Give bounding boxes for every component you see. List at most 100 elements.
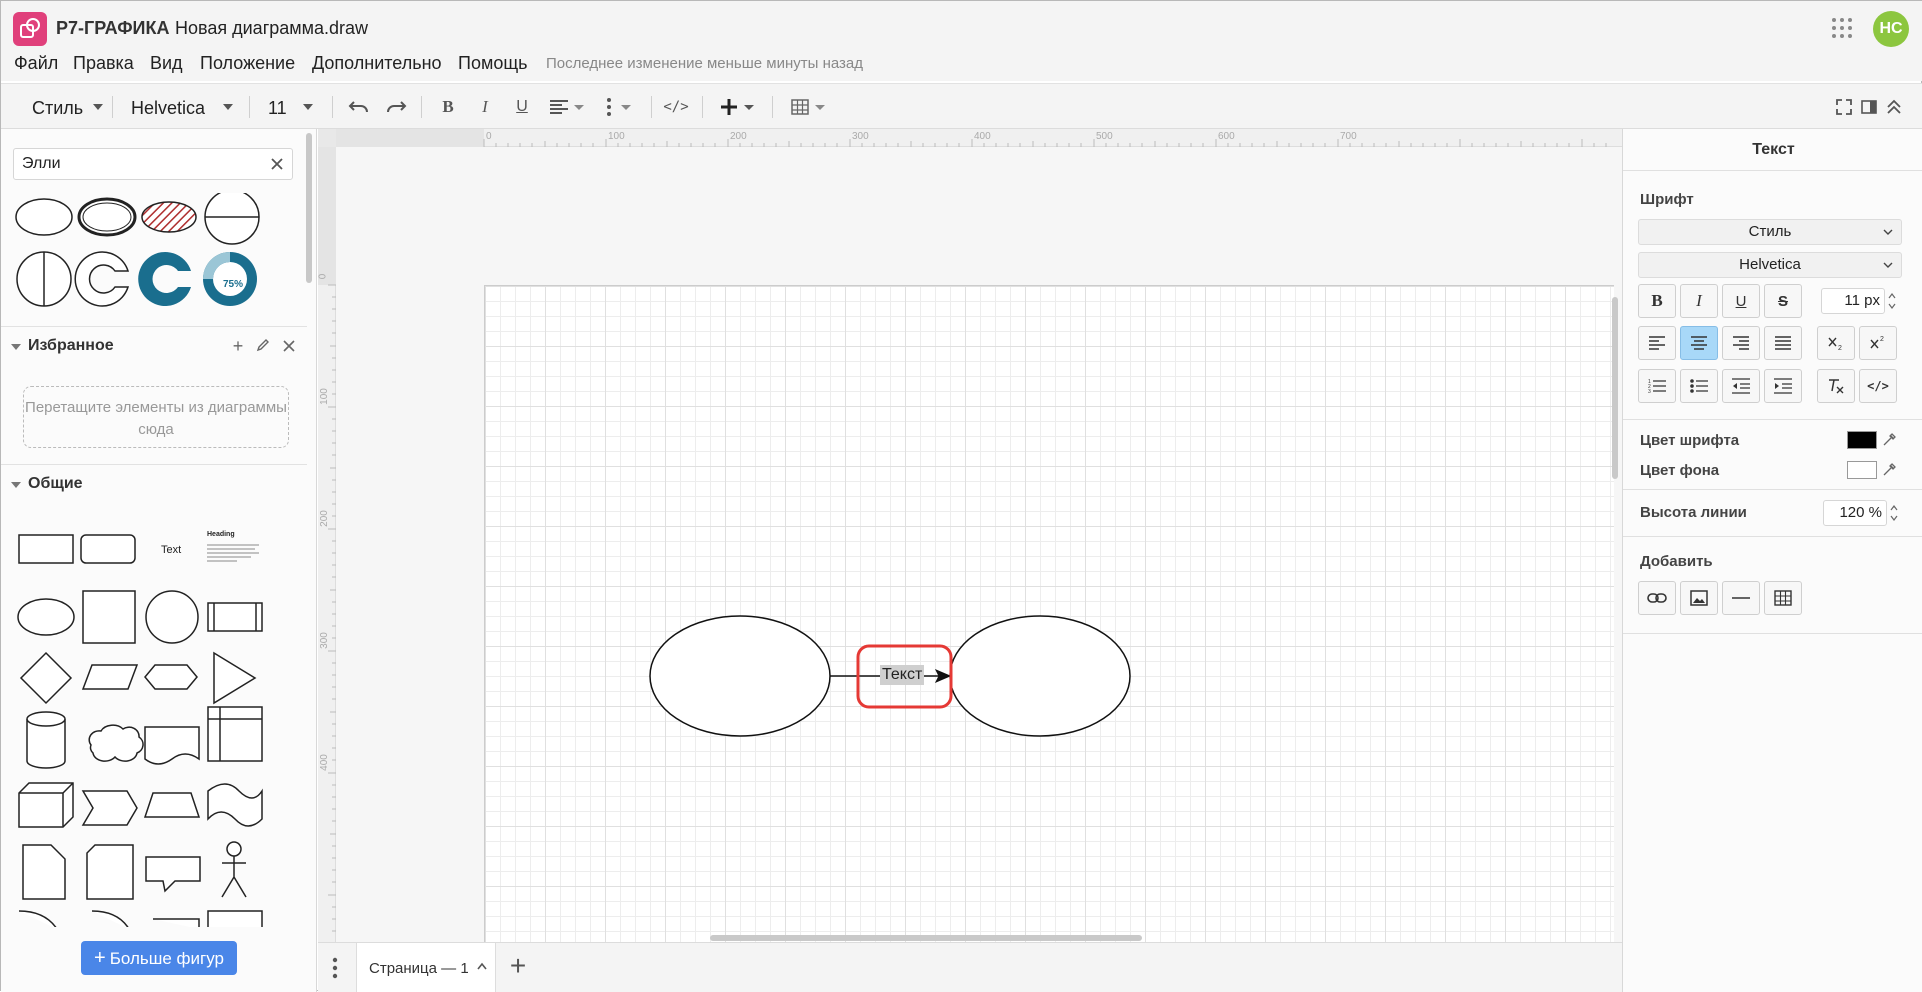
canvas-horizontal-scrollbar[interactable] bbox=[710, 935, 1142, 941]
superscript-button[interactable]: 2 bbox=[1859, 326, 1897, 360]
justify-button[interactable] bbox=[1764, 326, 1802, 360]
blue-partial-ring-shape[interactable] bbox=[138, 252, 191, 306]
add-favorite-icon[interactable]: + bbox=[228, 336, 248, 356]
fullscreen-button[interactable] bbox=[1834, 94, 1854, 120]
font-family-select[interactable]: Helvetica bbox=[1638, 252, 1902, 278]
clear-search-icon[interactable] bbox=[268, 155, 286, 173]
color-picker-icon[interactable] bbox=[1881, 462, 1897, 478]
hexagon-shape[interactable] bbox=[144, 664, 198, 690]
pages-menu-icon[interactable] bbox=[330, 957, 340, 979]
close-favorites-icon[interactable] bbox=[279, 336, 299, 356]
card-shape[interactable] bbox=[86, 844, 134, 900]
italic-format-button[interactable]: I bbox=[1680, 284, 1718, 318]
strikethrough-format-button[interactable]: S bbox=[1764, 284, 1802, 318]
favorites-header[interactable]: Избранное + bbox=[1, 326, 307, 366]
favorites-dropzone[interactable]: Перетащите элементы из диаграммы сюда bbox=[23, 386, 289, 448]
ellipse-shape[interactable] bbox=[15, 198, 73, 236]
trapezoid-shape[interactable] bbox=[143, 792, 201, 818]
general-header[interactable]: Общие bbox=[1, 464, 307, 504]
color-picker-icon[interactable] bbox=[1881, 432, 1897, 448]
heading-shape[interactable]: Heading bbox=[207, 531, 235, 538]
align-left-button[interactable] bbox=[1638, 326, 1676, 360]
rectangle-shape[interactable] bbox=[18, 534, 74, 564]
edit-favorites-icon[interactable] bbox=[253, 336, 273, 356]
table-dropdown[interactable] bbox=[787, 94, 829, 120]
internal-storage-shape[interactable] bbox=[207, 706, 263, 762]
diamond-shape[interactable] bbox=[19, 651, 73, 705]
note-shape[interactable] bbox=[22, 844, 66, 900]
insert-image-button[interactable] bbox=[1680, 581, 1718, 615]
indent-button[interactable] bbox=[1764, 369, 1802, 403]
font-color-swatch[interactable] bbox=[1847, 431, 1877, 449]
diagram-canvas[interactable]: 0 100 200 300 400 500 600 700 0 100 200 … bbox=[318, 129, 1622, 942]
parallelogram-shape[interactable] bbox=[81, 664, 139, 690]
align-center-button[interactable] bbox=[1680, 326, 1718, 360]
insert-dropdown[interactable] bbox=[716, 94, 758, 120]
background-color-swatch[interactable] bbox=[1847, 461, 1877, 479]
canvas-vertical-scrollbar[interactable] bbox=[1612, 297, 1618, 479]
line-height-input[interactable]: 120 % bbox=[1823, 500, 1887, 526]
tape-shape[interactable] bbox=[207, 783, 263, 827]
underline-format-button[interactable]: U bbox=[1722, 284, 1760, 318]
menu-view[interactable]: Вид bbox=[150, 53, 183, 74]
outdent-button[interactable] bbox=[1722, 369, 1760, 403]
font-size-input[interactable]: 11 px bbox=[1821, 288, 1885, 314]
html-format-button[interactable]: </> bbox=[1859, 369, 1897, 403]
format-panel-toggle[interactable] bbox=[1859, 94, 1879, 120]
partial-ring-shape[interactable] bbox=[74, 251, 130, 307]
apps-grid-icon[interactable] bbox=[1831, 17, 1853, 39]
horizontal-split-circle-shape[interactable] bbox=[204, 193, 260, 245]
more-format-dropdown[interactable] bbox=[601, 94, 637, 120]
hatched-ellipse-shape[interactable] bbox=[141, 201, 197, 233]
sidebar-scrollbar[interactable] bbox=[306, 133, 312, 283]
ellipse-shape[interactable] bbox=[17, 598, 75, 636]
menu-file[interactable]: Файл bbox=[14, 53, 58, 74]
underline-button[interactable]: U bbox=[511, 94, 533, 120]
chevron-up-icon[interactable] bbox=[477, 962, 487, 970]
clear-formatting-button[interactable] bbox=[1817, 369, 1855, 403]
bold-button[interactable]: B bbox=[437, 94, 459, 120]
redo-button[interactable] bbox=[383, 94, 409, 120]
insert-table-button[interactable] bbox=[1764, 581, 1802, 615]
page-tab[interactable]: Страница — 1 bbox=[356, 943, 496, 992]
rounded-rectangle-shape[interactable] bbox=[80, 534, 136, 564]
double-ellipse-shape[interactable] bbox=[77, 197, 137, 237]
stepper-arrows-icon[interactable] bbox=[1889, 502, 1899, 524]
bullet-list-button[interactable] bbox=[1680, 369, 1718, 403]
left-ellipse-node[interactable] bbox=[649, 615, 831, 737]
shape-search[interactable] bbox=[13, 148, 293, 180]
cloud-shape[interactable] bbox=[88, 724, 144, 762]
text-shape[interactable]: Text bbox=[161, 544, 181, 556]
subscript-button[interactable]: 2 bbox=[1817, 326, 1855, 360]
align-dropdown[interactable] bbox=[546, 94, 588, 120]
user-avatar[interactable]: НС bbox=[1873, 11, 1909, 47]
align-right-button[interactable] bbox=[1722, 326, 1760, 360]
collapse-toolbar-button[interactable] bbox=[1884, 94, 1904, 120]
triangle-shape[interactable] bbox=[213, 651, 257, 705]
style-select[interactable]: Стиль bbox=[1638, 219, 1902, 245]
more-shapes-button[interactable]: + Больше фигур bbox=[81, 941, 237, 975]
html-button[interactable]: </> bbox=[662, 94, 690, 120]
step-shape[interactable] bbox=[81, 790, 138, 826]
circle-shape[interactable] bbox=[145, 590, 199, 644]
numbered-list-button[interactable]: 123 bbox=[1638, 369, 1676, 403]
undo-button[interactable] bbox=[346, 94, 372, 120]
shape-search-input[interactable] bbox=[22, 155, 262, 173]
menu-help[interactable]: Помощь bbox=[458, 53, 528, 74]
font-family-dropdown[interactable]: Helvetica bbox=[131, 98, 234, 119]
italic-button[interactable]: I bbox=[474, 94, 496, 120]
menu-edit[interactable]: Правка bbox=[73, 53, 134, 74]
insert-horizontal-rule-button[interactable] bbox=[1722, 581, 1760, 615]
edge-text-label[interactable]: Текст bbox=[880, 665, 925, 685]
menu-extras[interactable]: Дополнительно bbox=[312, 53, 442, 74]
document-shape[interactable] bbox=[144, 726, 200, 765]
bold-format-button[interactable]: B bbox=[1638, 284, 1676, 318]
callout-shape[interactable] bbox=[145, 856, 201, 893]
insert-link-button[interactable] bbox=[1638, 581, 1676, 615]
process-shape[interactable] bbox=[207, 602, 263, 632]
document-title[interactable]: Новая диаграмма.draw bbox=[175, 18, 368, 39]
font-size-dropdown[interactable]: 11 bbox=[268, 98, 313, 119]
stepper-arrows-icon[interactable] bbox=[1887, 290, 1897, 312]
add-page-button[interactable]: + bbox=[504, 952, 532, 981]
right-ellipse-node[interactable] bbox=[949, 615, 1131, 737]
